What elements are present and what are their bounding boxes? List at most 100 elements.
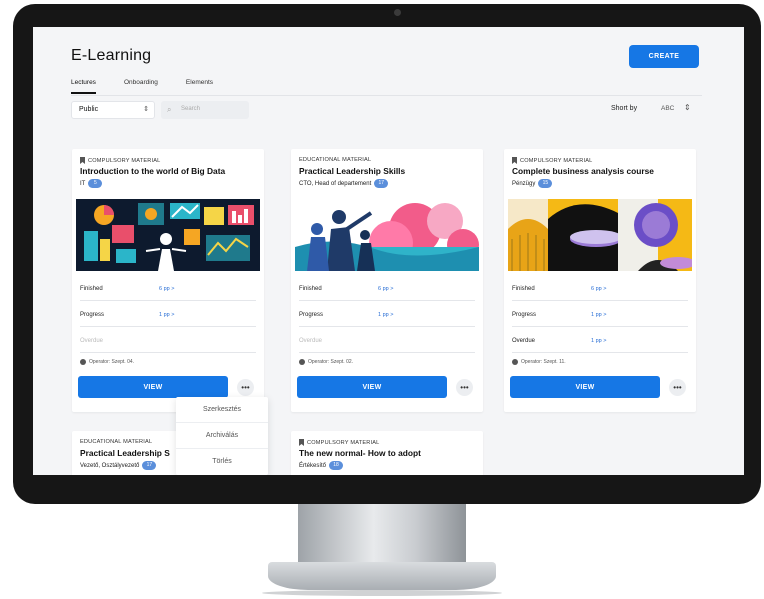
card-audience: Vezető, Osztályvezető xyxy=(80,462,140,469)
row-label: Overdue xyxy=(512,338,536,344)
progress-link[interactable]: 1 pp > xyxy=(378,312,393,318)
search-placeholder: Search xyxy=(181,106,201,112)
card-image-business xyxy=(508,199,692,271)
card-type: EDUCATIONAL MATERIAL xyxy=(299,157,371,163)
menu-item-delete[interactable]: Törlés xyxy=(176,449,268,475)
overdue-row: Overdue xyxy=(299,327,475,353)
card-type: COMPULSORY MATERIAL xyxy=(80,157,161,164)
count-badge: 17 xyxy=(142,461,157,470)
operator-info: Operator: Szept. 02. xyxy=(299,359,353,365)
card-type: COMPULSORY MATERIAL xyxy=(299,439,380,446)
row-label: Finished xyxy=(299,286,322,292)
more-options-button[interactable]: ••• xyxy=(456,379,473,396)
operator-info: Operator: Szept. 04. xyxy=(80,359,134,365)
card-title: Complete business analysis course xyxy=(512,166,654,176)
card-audience: IT xyxy=(80,180,86,187)
operator-info: Operator: Szept. 11. xyxy=(512,359,566,365)
card-subtitle: Pénzügy 15 xyxy=(512,179,553,188)
card-audience: CTO, Head of departement xyxy=(299,180,372,187)
tabs-divider xyxy=(71,95,702,96)
row-label: Overdue xyxy=(80,338,104,344)
menu-item-edit[interactable]: Szerkesztés xyxy=(176,397,268,423)
search-input[interactable]: ⌕ Search xyxy=(161,101,249,119)
count-badge: 5 xyxy=(88,179,103,188)
card-subtitle: CTO, Head of departement 17 xyxy=(299,179,389,188)
progress-link[interactable]: 1 pp > xyxy=(591,312,606,318)
menu-item-archive[interactable]: Archiválás xyxy=(176,423,268,449)
sort-arrows-icon: ⇕ xyxy=(143,106,149,113)
user-icon xyxy=(512,359,518,365)
sort-select[interactable]: ABC xyxy=(661,105,674,112)
progress-row: Progress 1 pp > xyxy=(299,301,475,327)
count-badge: 17 xyxy=(374,179,389,188)
row-label: Progress xyxy=(299,312,324,318)
finished-row: Finished 6 pp > xyxy=(512,275,688,301)
view-button[interactable]: VIEW xyxy=(510,376,660,398)
card-type: EDUCATIONAL MATERIAL xyxy=(80,439,152,445)
card-image-big-data xyxy=(76,199,260,271)
tab-onboarding[interactable]: Onboarding xyxy=(124,79,158,94)
card-type-label: EDUCATIONAL MATERIAL xyxy=(80,439,153,445)
course-card: EDUCATIONAL MATERIAL Practical Leadershi… xyxy=(291,149,483,412)
app-screen: E-Learning CREATE Lectures Onboarding El… xyxy=(33,27,744,475)
sort-arrows-icon[interactable]: ⇕ xyxy=(684,103,691,112)
course-card: COMPULSORY MATERIAL Introduction to the … xyxy=(72,149,264,412)
user-icon xyxy=(299,359,305,365)
operator-text: Operator: Szept. 04. xyxy=(89,359,135,365)
course-card: COMPULSORY MATERIAL Complete business an… xyxy=(504,149,696,412)
card-image-leadership xyxy=(295,199,479,271)
card-type-label: COMPULSORY MATERIAL xyxy=(307,439,380,446)
finished-link[interactable]: 6 pp > xyxy=(378,286,393,292)
tab-lectures[interactable]: Lectures xyxy=(71,79,96,94)
card-title: Practical Leadership Skills xyxy=(299,166,406,176)
card-type-label: COMPULSORY MATERIAL xyxy=(520,157,593,164)
progress-row: Progress 1 pp > xyxy=(80,301,256,327)
course-card: COMPULSORY MATERIAL The new normal- How … xyxy=(291,431,483,475)
monitor-shadow xyxy=(262,590,502,596)
bookmark-icon xyxy=(80,157,85,164)
bookmark-icon xyxy=(299,439,304,446)
progress-row: Progress 1 pp > xyxy=(512,301,688,327)
operator-text: Operator: Szept. 11. xyxy=(521,359,566,365)
finished-row: Finished 6 pp > xyxy=(80,275,256,301)
finished-link[interactable]: 6 pp > xyxy=(159,286,174,292)
search-icon: ⌕ xyxy=(167,105,172,114)
more-options-menu: Szerkesztés Archiválás Törlés xyxy=(176,397,268,475)
finished-link[interactable]: 6 pp > xyxy=(591,286,606,292)
card-title: Introduction to the world of Big Data xyxy=(80,166,226,176)
row-label: Finished xyxy=(80,286,103,292)
create-button[interactable]: CREATE xyxy=(629,45,699,68)
finished-row: Finished 6 pp > xyxy=(299,275,475,301)
card-subtitle: IT 5 xyxy=(80,179,103,188)
card-type-label: EDUCATIONAL MATERIAL xyxy=(299,157,372,163)
row-label: Progress xyxy=(80,312,105,318)
page-title: E-Learning xyxy=(71,47,152,64)
more-options-button[interactable]: ••• xyxy=(237,379,254,396)
card-title: The new normal- How to adopt xyxy=(299,448,421,458)
tab-bar: Lectures Onboarding Elements xyxy=(71,79,241,94)
view-button[interactable]: VIEW xyxy=(78,376,228,398)
overdue-link[interactable]: 1 pp > xyxy=(591,338,606,344)
monitor-stand xyxy=(298,504,466,564)
count-badge: 18 xyxy=(329,461,344,470)
webcam xyxy=(394,9,401,16)
row-label: Progress xyxy=(512,312,537,318)
row-label: Overdue xyxy=(299,338,323,344)
card-audience: Értékesítő xyxy=(299,462,327,469)
visibility-value: Public xyxy=(79,106,99,113)
card-subtitle: Értékesítő 18 xyxy=(299,461,344,470)
more-options-button[interactable]: ••• xyxy=(669,379,686,396)
card-audience: Pénzügy xyxy=(512,180,536,187)
visibility-select[interactable]: Public ⇕ xyxy=(71,101,155,119)
operator-text: Operator: Szept. 02. xyxy=(308,359,354,365)
bookmark-icon xyxy=(512,157,517,164)
user-icon xyxy=(80,359,86,365)
monitor-base xyxy=(268,562,496,590)
progress-link[interactable]: 1 pp > xyxy=(159,312,174,318)
view-button[interactable]: VIEW xyxy=(297,376,447,398)
count-badge: 15 xyxy=(538,179,553,188)
overdue-row: Overdue xyxy=(80,327,256,353)
tab-elements[interactable]: Elements xyxy=(186,79,213,94)
sort-label: Short by xyxy=(611,105,638,112)
overdue-row: Overdue 1 pp > xyxy=(512,327,688,353)
